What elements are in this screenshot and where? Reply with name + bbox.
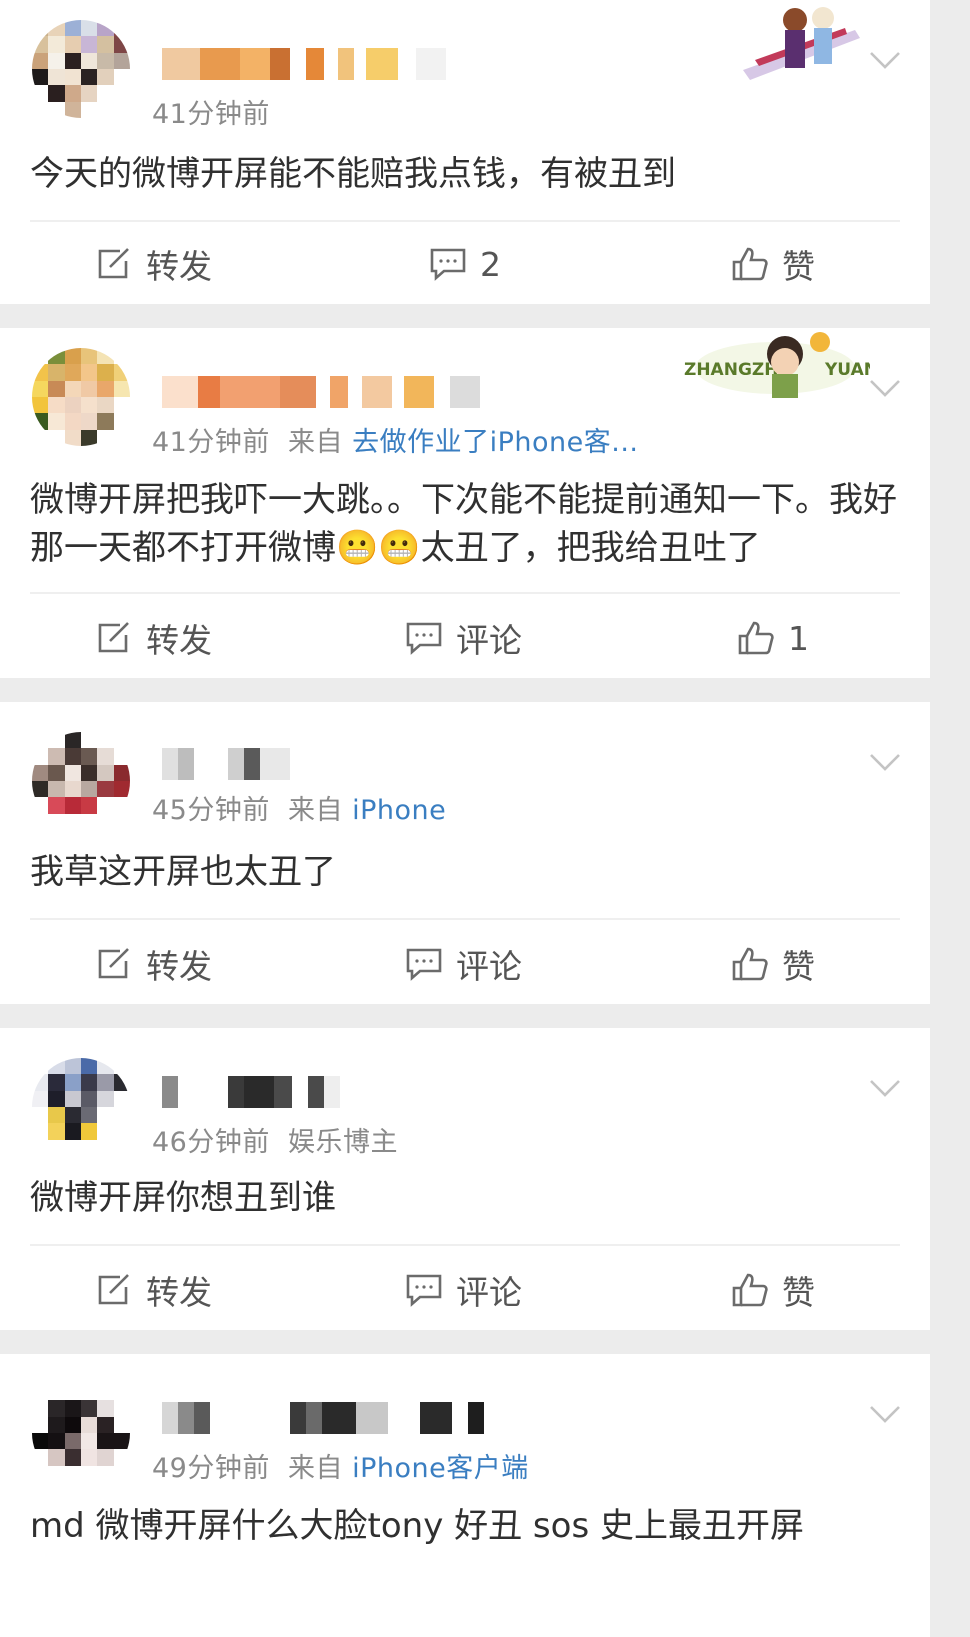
- post-time: 46分钟前: [152, 1127, 270, 1158]
- thumbs-up-icon: [732, 247, 768, 281]
- post-time: 45分钟前: [152, 795, 270, 826]
- username-blurred[interactable]: [162, 1400, 484, 1436]
- source-prefix: 来自: [288, 1453, 344, 1484]
- like-label: 赞: [782, 947, 815, 986]
- repost-icon: [98, 622, 129, 653]
- post-time: 49分钟前: [152, 1453, 270, 1484]
- repost-icon: [98, 1274, 129, 1305]
- post-time: 41分钟前: [152, 99, 270, 130]
- repost-label: 转发: [146, 947, 212, 986]
- comment-label: 评论: [456, 947, 522, 986]
- repost-icon: [98, 948, 129, 979]
- like-button[interactable]: 1: [738, 598, 809, 678]
- avatar[interactable]: [32, 20, 130, 118]
- like-button[interactable]: 赞: [732, 1250, 815, 1330]
- chevron-down-icon[interactable]: [868, 1396, 902, 1430]
- username-blurred[interactable]: [162, 374, 480, 410]
- post-content: 微博开屏你想丑到谁: [30, 1178, 336, 1218]
- post-card: 49分钟前 来自 iPhone客户端 md 微博开屏什么大脸tony 好丑 so…: [0, 1354, 930, 1637]
- comment-icon: [406, 622, 442, 655]
- comment-label: 评论: [456, 621, 522, 660]
- like-button[interactable]: 赞: [732, 924, 815, 1004]
- comment-button[interactable]: 2: [430, 224, 501, 304]
- repost-label: 转发: [146, 621, 212, 660]
- source-prefix: 来自: [288, 427, 344, 458]
- post-card: 41分钟前 来自 去做作业了iPhone客... ZHANGZHE YUAN 微…: [0, 328, 930, 678]
- comment-button[interactable]: 评论: [406, 1250, 522, 1330]
- comment-label: 评论: [456, 1273, 522, 1312]
- divider: [30, 1244, 900, 1246]
- source-prefix: 来自: [288, 795, 344, 826]
- action-bar: 转发 2 赞: [0, 224, 930, 304]
- post-meta: 41分钟前: [152, 92, 270, 131]
- avatar[interactable]: [32, 1058, 130, 1156]
- post-time: 41分钟前: [152, 427, 270, 458]
- comment-icon: [430, 248, 466, 281]
- comment-icon: [406, 1274, 442, 1307]
- username-blurred[interactable]: [162, 46, 446, 82]
- post-content: 我草这开屏也太丑了: [30, 852, 336, 892]
- chevron-down-icon[interactable]: [868, 744, 902, 778]
- repost-button[interactable]: 转发: [96, 598, 212, 678]
- comment-button[interactable]: 评论: [406, 924, 522, 1004]
- post-card: 41分钟前 今天的微博开屏能不能赔我点钱，有被丑到 转发 2 赞: [0, 0, 930, 304]
- post-content: md 微博开屏什么大脸tony 好丑 sos 史上最丑开屏: [30, 1506, 804, 1546]
- repost-label: 转发: [146, 247, 212, 286]
- thumbs-up-icon: [732, 1273, 768, 1307]
- action-bar: 转发 评论 赞: [0, 1250, 930, 1330]
- action-bar: 转发 评论 赞: [0, 924, 930, 1004]
- thumbs-up-icon: [732, 947, 768, 981]
- post-meta: 46分钟前 娱乐博主: [152, 1120, 398, 1159]
- repost-label: 转发: [146, 1273, 212, 1312]
- post-meta: 49分钟前 来自 iPhone客户端: [152, 1446, 529, 1485]
- post-card: 46分钟前 娱乐博主 微博开屏你想丑到谁 转发 评论 赞: [0, 1028, 930, 1330]
- card-decoration-image: [735, 0, 865, 90]
- divider: [30, 592, 900, 594]
- like-count: 1: [788, 618, 809, 658]
- like-button[interactable]: 赞: [732, 224, 815, 304]
- thumbs-up-icon: [738, 621, 774, 655]
- repost-icon: [98, 248, 129, 279]
- avatar[interactable]: [32, 1384, 130, 1482]
- post-card: 45分钟前 来自 iPhone 我草这开屏也太丑了 转发 评论 赞: [0, 702, 930, 1004]
- comment-count: 2: [480, 244, 501, 284]
- card-decoration-image: ZHANGZHE YUAN: [680, 328, 870, 408]
- source-link[interactable]: iPhone客户端: [352, 1453, 529, 1484]
- divider: [30, 220, 900, 222]
- user-tag: 娱乐博主: [288, 1127, 399, 1158]
- source-link[interactable]: iPhone: [352, 795, 446, 826]
- post-content: 今天的微博开屏能不能赔我点钱，有被丑到: [30, 154, 676, 194]
- repost-button[interactable]: 转发: [96, 224, 212, 304]
- repost-button[interactable]: 转发: [96, 924, 212, 1004]
- badge-text-right: YUAN: [824, 360, 870, 380]
- action-bar: 转发 评论 1: [0, 598, 930, 678]
- username-blurred[interactable]: [162, 1074, 340, 1110]
- comment-icon: [406, 948, 442, 981]
- post-meta: 45分钟前 来自 iPhone: [152, 788, 446, 827]
- chevron-down-icon[interactable]: [868, 370, 902, 404]
- username-blurred[interactable]: [162, 746, 290, 782]
- post-content: 微博开屏把我吓一大跳。。下次能不能提前通知一下。我好那一天都不打开微博😬😬太丑了…: [30, 480, 897, 568]
- comment-button[interactable]: 评论: [406, 598, 522, 678]
- repost-button[interactable]: 转发: [96, 1250, 212, 1330]
- avatar[interactable]: [32, 348, 130, 446]
- post-meta: 41分钟前 来自 去做作业了iPhone客...: [152, 420, 639, 459]
- source-link[interactable]: 去做作业了iPhone客...: [352, 427, 638, 458]
- chevron-down-icon[interactable]: [868, 1070, 902, 1104]
- avatar[interactable]: [32, 732, 130, 830]
- divider: [30, 918, 900, 920]
- chevron-down-icon[interactable]: [868, 42, 902, 76]
- like-label: 赞: [782, 247, 815, 286]
- like-label: 赞: [782, 1273, 815, 1312]
